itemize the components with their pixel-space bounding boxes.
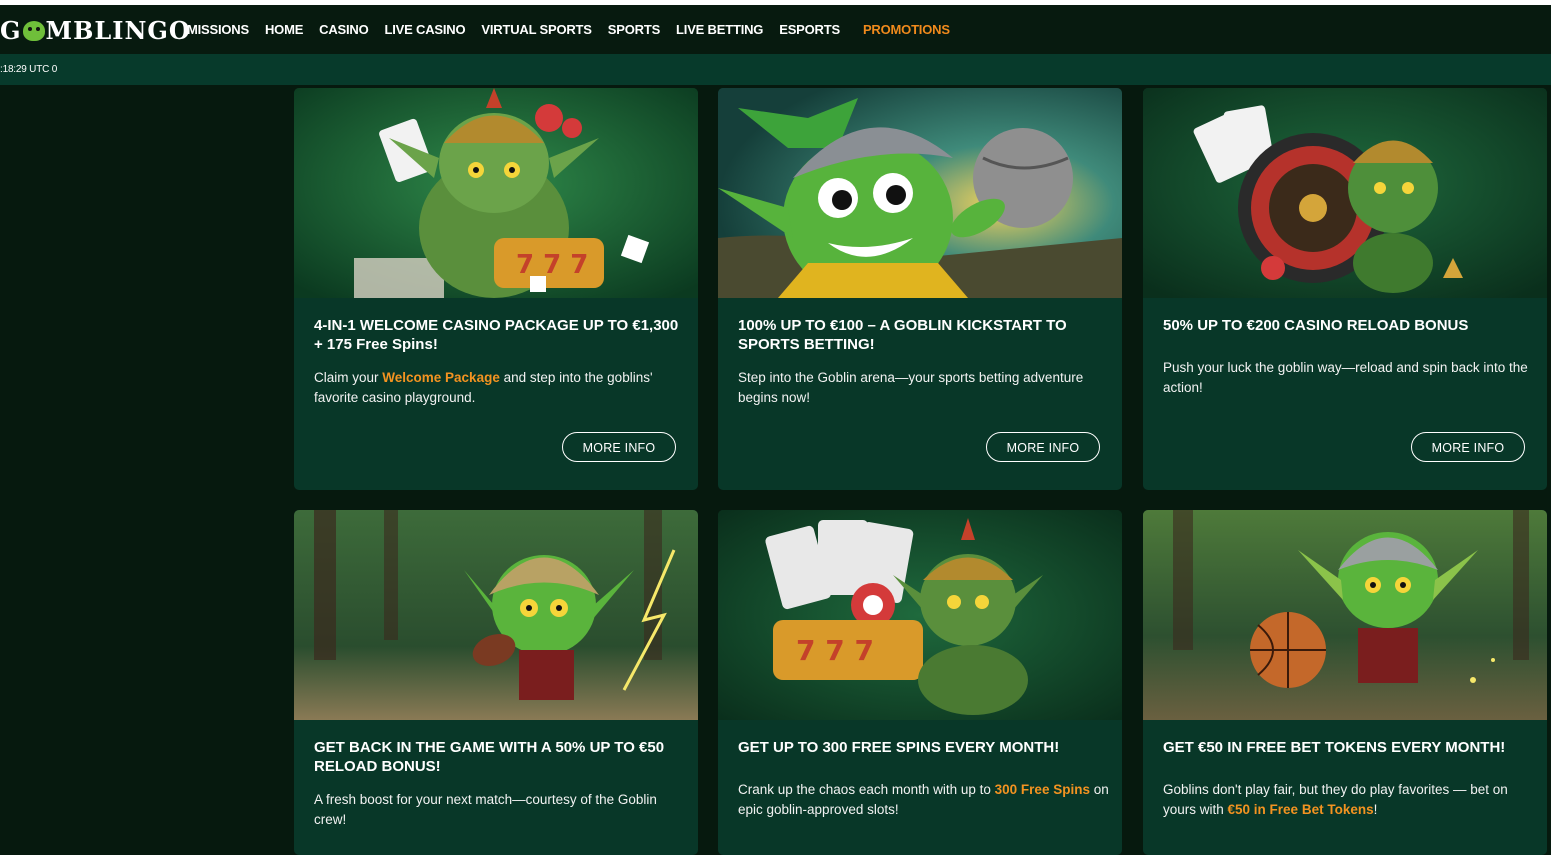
nav-esports[interactable]: ESPORTS xyxy=(779,22,840,37)
site-logo[interactable]: G MBLINGO xyxy=(0,13,191,47)
nav-missions[interactable]: MISSIONS xyxy=(187,22,249,37)
free-bet-tokens-link[interactable]: €50 in Free Bet Tokens xyxy=(1228,802,1374,817)
nav-virtual-sports[interactable]: VIRTUAL SPORTS xyxy=(481,22,592,37)
promo-title: 50% UP TO €200 CASINO RELOAD BONUS xyxy=(1163,317,1469,334)
promo-image-sports-kickstart xyxy=(718,88,1122,298)
nav-live-betting[interactable]: LIVE BETTING xyxy=(676,22,763,37)
promo-card: 7 7 7 GET UP TO 300 FREE SPINS EVERY MON… xyxy=(718,510,1122,855)
promo-image-sports-reload xyxy=(294,510,698,720)
promo-title: 4-IN-1 WELCOME CASINO PACKAGE UP TO €1,3… xyxy=(314,317,679,353)
desc-text: Claim your xyxy=(314,370,383,385)
welcome-package-link[interactable]: Welcome Package xyxy=(382,370,500,385)
nav-sports[interactable]: SPORTS xyxy=(608,22,660,37)
promo-title: GET UP TO 300 FREE SPINS EVERY MONTH! xyxy=(738,739,1060,756)
promo-description: Goblins don't play fair, but they do pla… xyxy=(1163,780,1535,820)
nav-menu: MISSIONS HOME CASINO LIVE CASINO VIRTUAL… xyxy=(187,5,966,54)
nav-casino[interactable]: CASINO xyxy=(319,22,369,37)
promo-card: GET €50 IN FREE BET TOKENS EVERY MONTH! … xyxy=(1143,510,1547,855)
promo-image-free-spins: 7 7 7 xyxy=(718,510,1122,720)
more-info-button[interactable]: MORE INFO xyxy=(1411,432,1525,462)
promo-card: GET BACK IN THE GAME WITH A 50% UP TO €5… xyxy=(294,510,698,855)
promo-description: Step into the Goblin arena—your sports b… xyxy=(738,370,1084,405)
nav-live-casino[interactable]: LIVE CASINO xyxy=(385,22,466,37)
promo-description: A fresh boost for your next match—courte… xyxy=(314,792,657,827)
time-bar: :18:29 UTC 0 xyxy=(0,54,1551,85)
promo-card: 7 7 7 4-IN-1 WELCOME CASINO PACKAGE UP T… xyxy=(294,88,698,490)
promo-card: 50% UP TO €200 CASINO RELOAD BONUS Push … xyxy=(1143,88,1547,490)
desc-text: ! xyxy=(1373,802,1378,817)
svg-text:7 7 7: 7 7 7 xyxy=(796,634,874,667)
svg-text:7 7 7: 7 7 7 xyxy=(516,250,588,280)
nav-promotions[interactable]: PROMOTIONS xyxy=(863,22,950,37)
promo-image-casino-reload xyxy=(1143,88,1547,298)
promo-title: 100% UP TO €100 – A GOBLIN KICKSTART TO … xyxy=(738,317,1067,353)
server-time: :18:29 UTC 0 xyxy=(0,64,58,75)
promo-description: Push your luck the goblin way—reload and… xyxy=(1163,360,1528,395)
promo-title: GET €50 IN FREE BET TOKENS EVERY MONTH! xyxy=(1163,739,1506,756)
nav-home[interactable]: HOME xyxy=(265,22,303,37)
promo-title: GET BACK IN THE GAME WITH A 50% UP TO €5… xyxy=(314,739,665,775)
promo-image-free-bet-tokens xyxy=(1143,510,1547,720)
desc-text: Crank up the chaos each month with up to xyxy=(738,782,995,797)
free-spins-link[interactable]: 300 Free Spins xyxy=(995,782,1090,797)
logo-text-left: G xyxy=(0,15,22,45)
main-navbar: G MBLINGO MISSIONS HOME CASINO LIVE CASIN… xyxy=(0,5,1551,54)
promo-card: 100% UP TO €100 – A GOBLIN KICKSTART TO … xyxy=(718,88,1122,490)
more-info-button[interactable]: MORE INFO xyxy=(562,432,676,462)
logo-text-right: MBLINGO xyxy=(45,15,191,45)
promo-description: Claim your Welcome Package and step into… xyxy=(314,368,686,408)
promo-description: Crank up the chaos each month with up to… xyxy=(738,780,1110,820)
more-info-button[interactable]: MORE INFO xyxy=(986,432,1100,462)
promo-image-casino-welcome: 7 7 7 xyxy=(294,88,698,298)
goblin-logo-icon xyxy=(22,21,45,41)
